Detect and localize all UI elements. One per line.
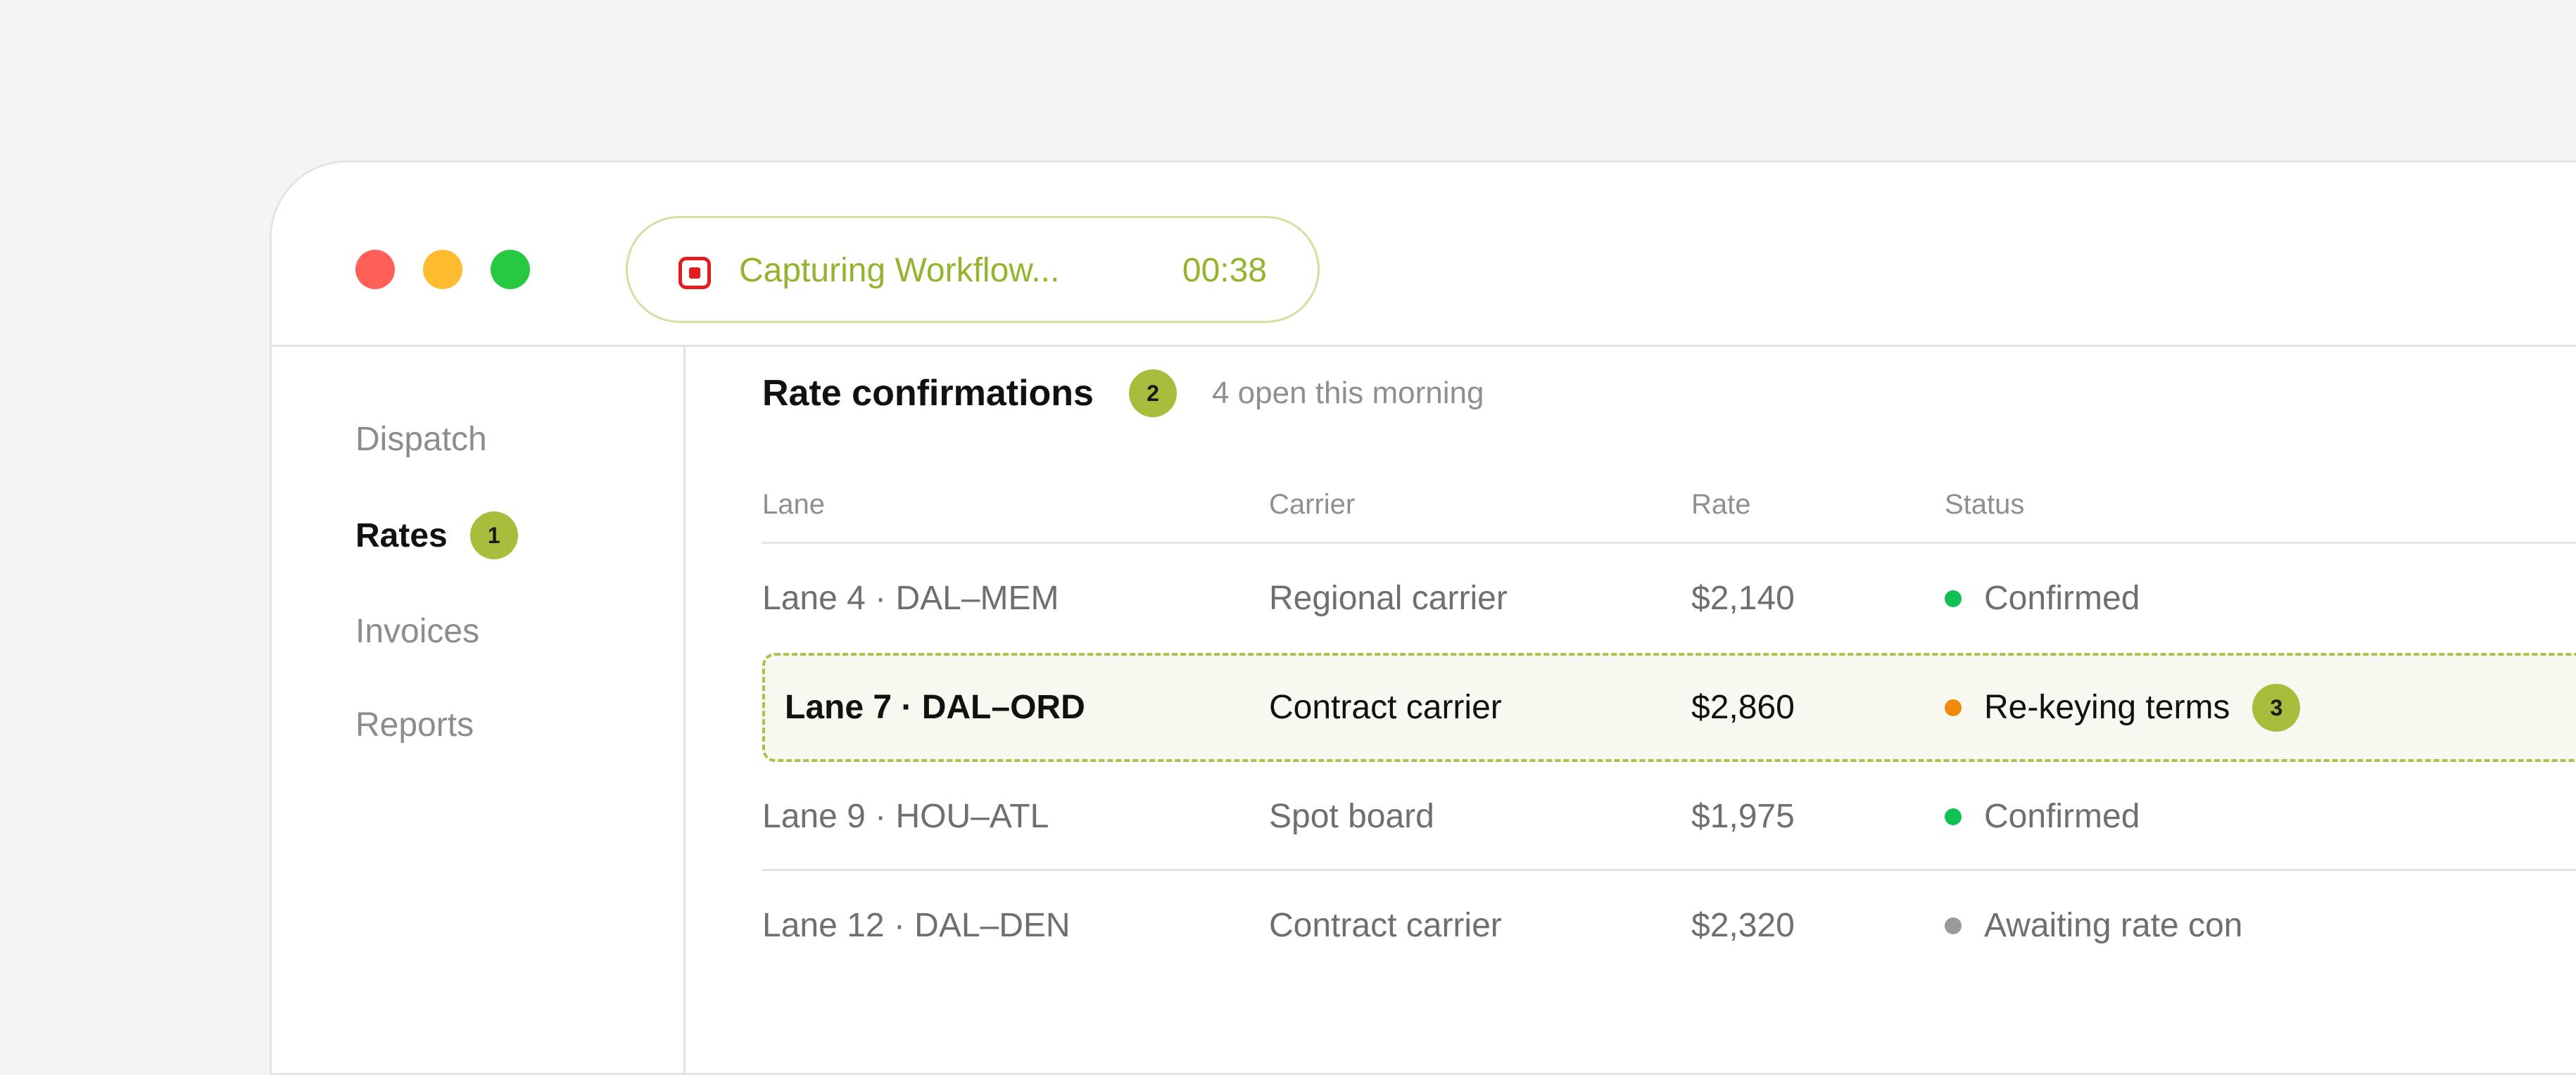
carrier-cell: Spot board — [1269, 798, 1434, 835]
lane-cell: Lane 4 · DAL–MEM — [762, 580, 1059, 617]
page-title: Rate confirmations — [762, 373, 1094, 414]
lane-cell: Lane 9 · HOU–ATL — [762, 798, 1049, 835]
sidebar-item-label: Reports — [355, 706, 474, 744]
status-dot-icon — [1945, 808, 1962, 825]
table-row[interactable]: Lane 4 · DAL–MEM Regional carrier $2,140… — [762, 544, 2576, 653]
rate-cell: $2,140 — [1691, 580, 1795, 617]
sidebar-item-rates[interactable]: Rates 1 — [355, 511, 518, 560]
lane-cell: Lane 7 · DAL–ORD — [785, 689, 1085, 726]
recording-indicator[interactable]: Capturing Workflow... 00:38 — [626, 216, 1320, 323]
carrier-cell: Contract carrier — [1269, 907, 1502, 944]
column-header-status[interactable]: Status — [1945, 489, 2024, 521]
lane-cell: Lane 12 · DAL–DEN — [762, 907, 1071, 944]
rate-cell: $1,975 — [1691, 798, 1795, 835]
sidebar-item-reports[interactable]: Reports — [355, 700, 474, 749]
title-bar: Capturing Workflow... 00:38 — [272, 163, 2576, 347]
status-cell: Confirmed — [1945, 544, 2140, 653]
page-subtitle: 4 open this morning — [1211, 376, 1484, 410]
sidebar-item-label: Dispatch — [355, 420, 487, 458]
sidebar-item-label: Invoices — [355, 612, 480, 650]
section-header: Rate confirmations 2 4 open this morning — [762, 365, 1484, 421]
status-dot-icon — [1945, 917, 1962, 934]
table-header: Lane Carrier Rate Status — [762, 452, 2576, 544]
status-cell: Re-keying terms 3 — [1945, 653, 2301, 762]
sidebar-nav: Dispatch Rates 1 Invoices Reports — [272, 347, 686, 1073]
table-row-selected[interactable]: Lane 7 · DAL–ORD Contract carrier $2,860… — [762, 653, 2576, 762]
status-label: Re-keying terms — [1984, 689, 2230, 726]
main-content: Rate confirmations 2 4 open this morning… — [686, 347, 2576, 1073]
status-cell: Awaiting rate con — [1945, 871, 2242, 980]
column-header-lane[interactable]: Lane — [762, 489, 825, 521]
recording-label: Capturing Workflow... — [739, 252, 1060, 289]
column-header-carrier[interactable]: Carrier — [1269, 489, 1355, 521]
status-label: Awaiting rate con — [1984, 907, 2243, 944]
rate-cell: $2,860 — [1691, 689, 1795, 726]
minimize-window-button[interactable] — [423, 250, 462, 289]
status-label: Confirmed — [1984, 798, 2140, 835]
recording-timer: 00:38 — [1182, 252, 1267, 289]
record-stop-icon[interactable] — [678, 257, 711, 289]
step-badge: 2 — [1128, 369, 1177, 417]
step-badge: 3 — [2252, 683, 2301, 732]
rate-cell: $2,320 — [1691, 907, 1795, 944]
close-window-button[interactable] — [355, 250, 395, 289]
app-window: Capturing Workflow... 00:38 Dispatch Rat… — [270, 160, 2576, 1075]
carrier-cell: Contract carrier — [1269, 689, 1502, 726]
status-label: Confirmed — [1984, 580, 2140, 617]
carrier-cell: Regional carrier — [1269, 580, 1508, 617]
rate-confirmations-table: Lane Carrier Rate Status Lane 4 · DAL–ME… — [762, 452, 2576, 980]
status-dot-icon — [1945, 590, 1962, 607]
table-row[interactable]: Lane 9 · HOU–ATL Spot board $1,975 Confi… — [762, 762, 2576, 871]
sidebar-item-label: Rates — [355, 516, 448, 554]
maximize-window-button[interactable] — [491, 250, 530, 289]
step-badge: 1 — [469, 511, 518, 559]
table-row[interactable]: Lane 12 · DAL–DEN Contract carrier $2,32… — [762, 871, 2576, 980]
status-dot-icon — [1945, 699, 1962, 716]
column-header-rate[interactable]: Rate — [1691, 489, 1751, 521]
sidebar-item-invoices[interactable]: Invoices — [355, 606, 479, 656]
sidebar-item-dispatch[interactable]: Dispatch — [355, 414, 487, 464]
status-cell: Confirmed — [1945, 762, 2140, 871]
